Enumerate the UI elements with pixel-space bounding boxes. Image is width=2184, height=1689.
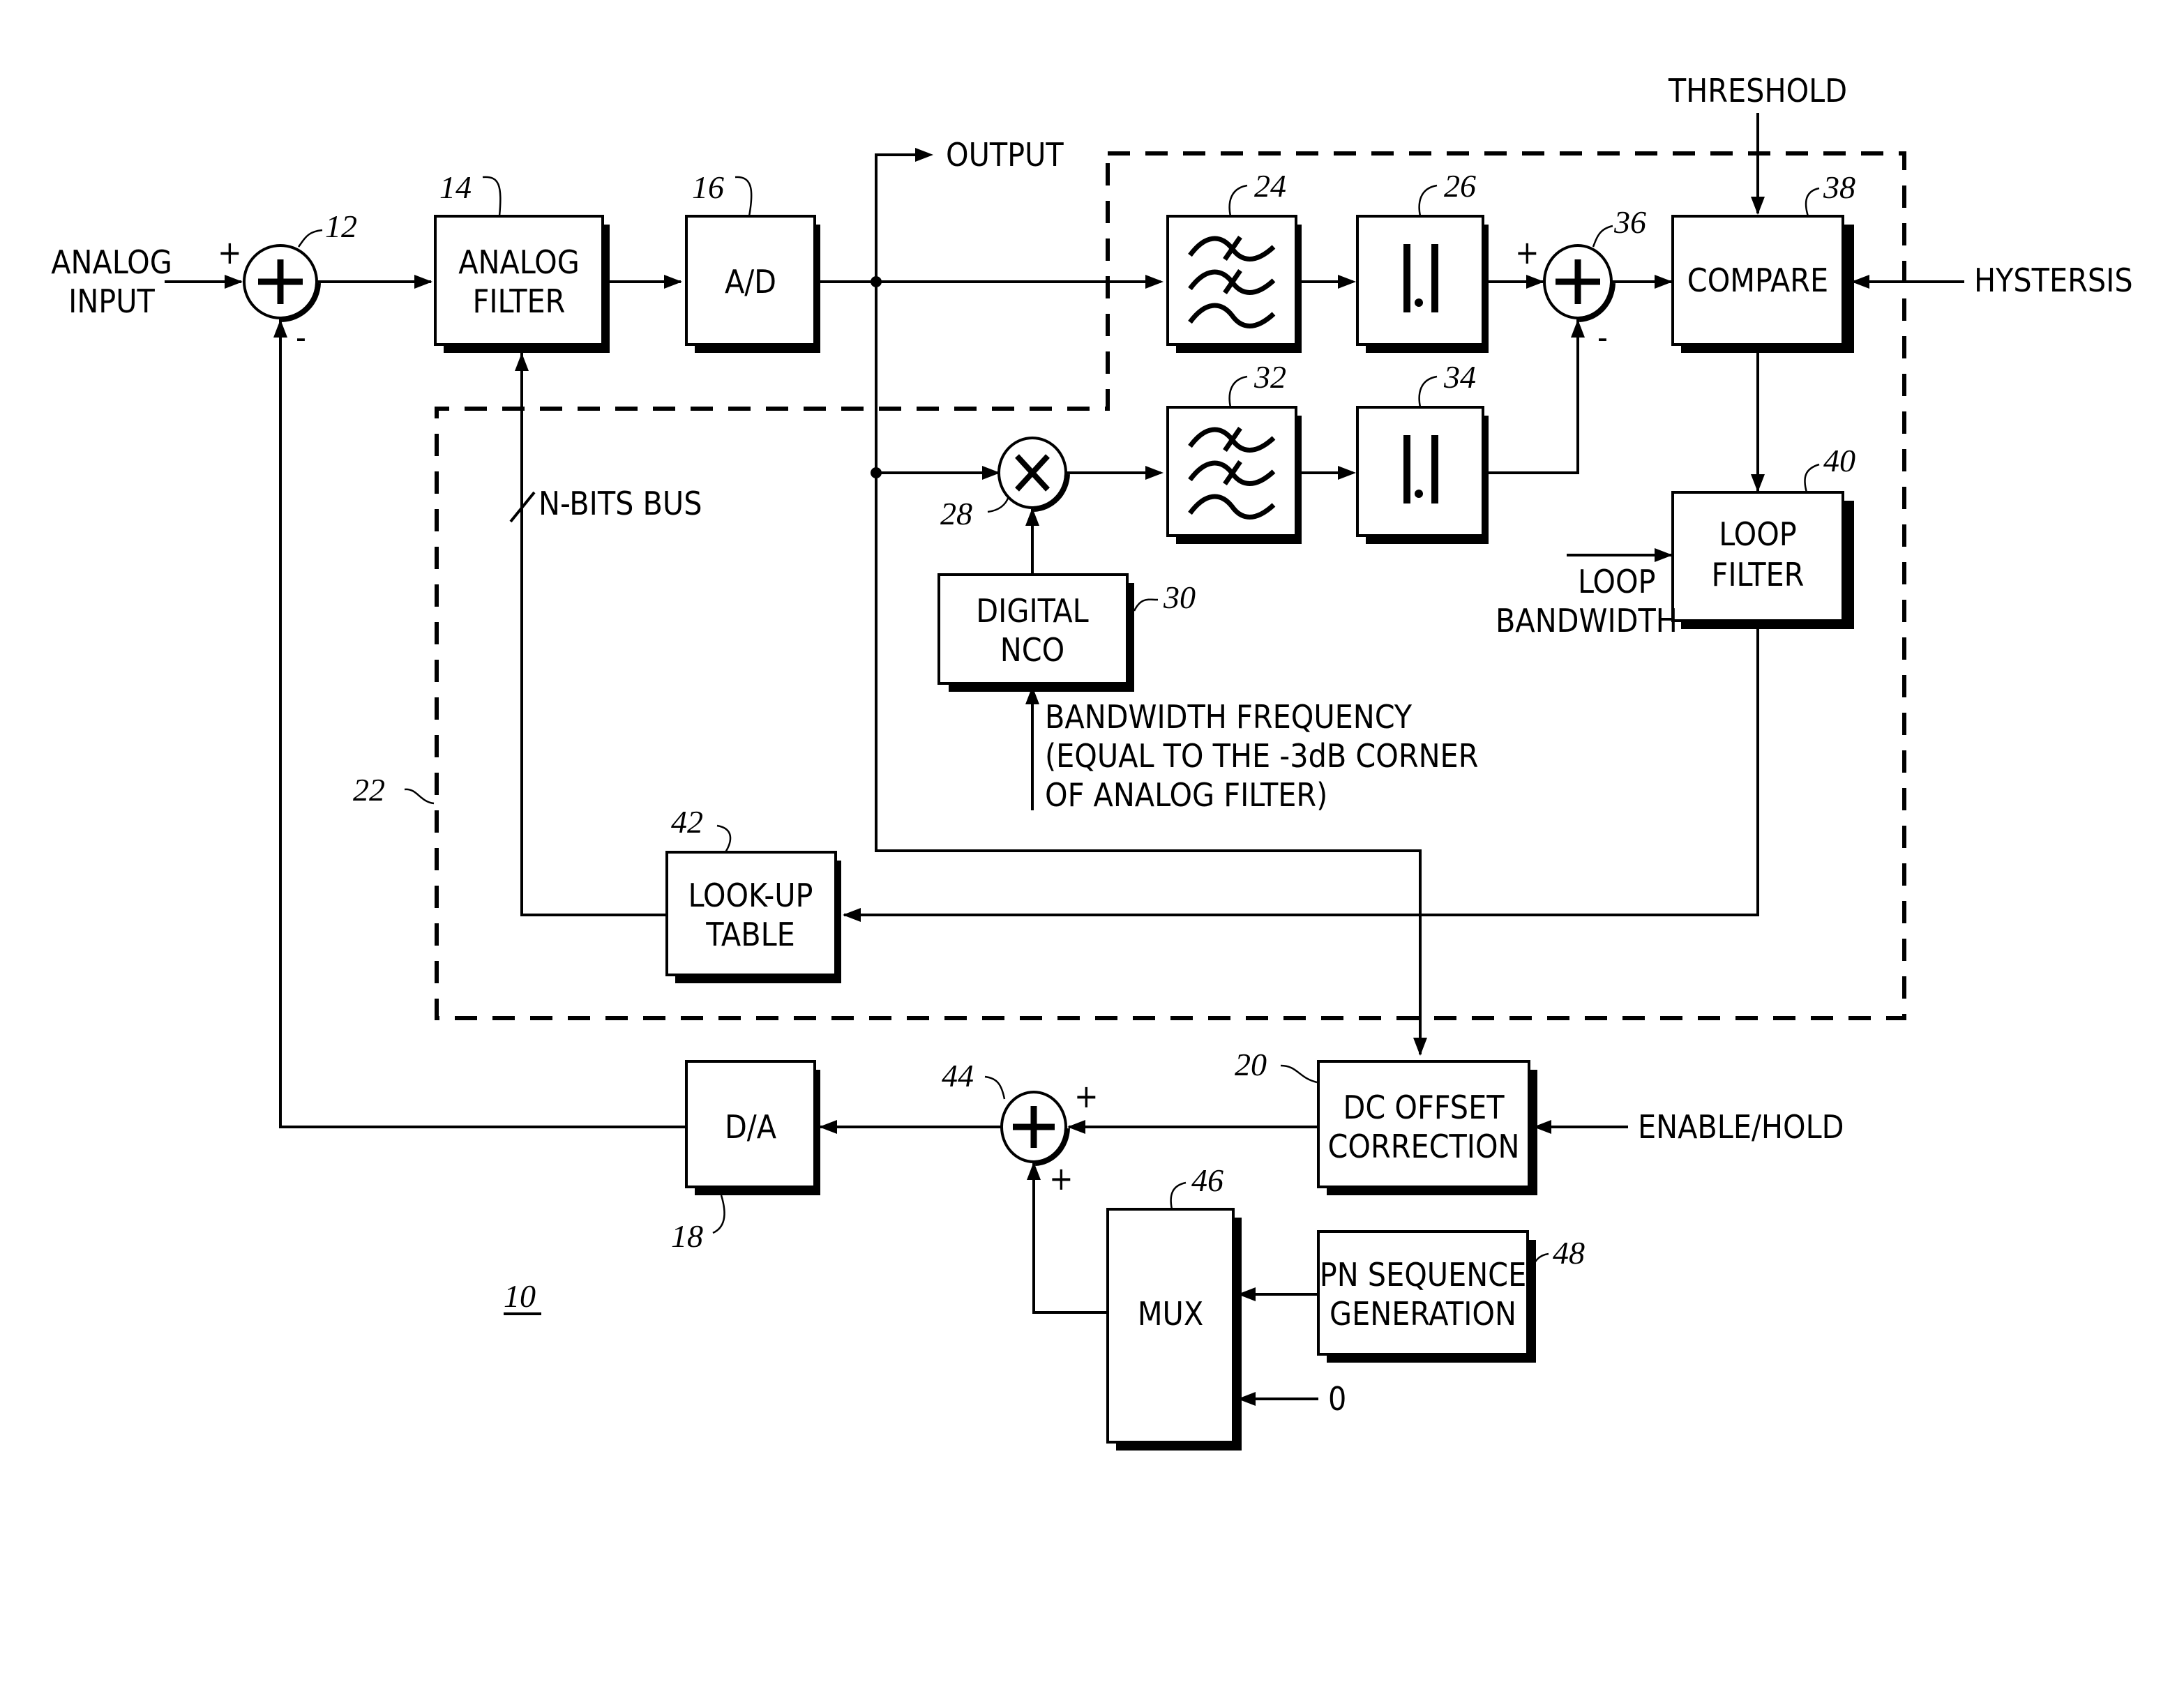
threshold-label: THRESHOLD [1668, 72, 1847, 109]
block-label: CORRECTION [1327, 1128, 1519, 1165]
note-line: BANDWIDTH FREQUENCY [1045, 698, 1413, 736]
ref-28: 28 [940, 496, 972, 531]
hystersis-label: HYSTERSIS [1974, 262, 2133, 299]
plus-sign: + [1074, 1077, 1099, 1115]
plus-sign: + [1515, 234, 1539, 271]
ref-30: 30 [1163, 580, 1196, 615]
digital-nco-block: DIGITAL NCO 30 [937, 573, 1196, 692]
minus-sign: - [296, 319, 306, 356]
figure-number: 10 [504, 1278, 536, 1314]
block-label: PN SEQUENCE [1320, 1256, 1526, 1294]
pn-sequence-generator-block: PN SEQUENCE GENERATION 48 [1317, 1230, 1585, 1363]
bandpass-filter-block-24: 24 [1166, 168, 1302, 353]
ref-18: 18 [671, 1218, 703, 1254]
block-label: D/A [725, 1108, 776, 1146]
ref-48: 48 [1553, 1235, 1585, 1271]
ref-20: 20 [1235, 1047, 1267, 1082]
plus-sign: + [218, 234, 242, 271]
block-label: A/D [725, 263, 776, 301]
minus-sign: - [1597, 319, 1608, 356]
calibration-region-ref: 22 [353, 772, 385, 808]
ref-40: 40 [1823, 443, 1855, 478]
block-label: NCO [1000, 631, 1064, 669]
block-label: DIGITAL [976, 592, 1088, 630]
analog-filter-block: ANALOG FILTER 14 [434, 169, 610, 353]
absolute-value-block-34: 34 [1356, 359, 1489, 544]
zero-input-label: 0 [1328, 1380, 1346, 1418]
block-label: DC OFFSET [1343, 1089, 1505, 1126]
ref-26: 26 [1444, 168, 1476, 204]
plus-sign: + [1049, 1160, 1074, 1197]
ref-16: 16 [692, 169, 724, 205]
note-line: (EQUAL TO THE -3dB CORNER [1045, 737, 1478, 775]
analog-input-label: ANALOG [51, 243, 172, 281]
block-diagram: 22 + - 12 ANALOG FILTER 14 A/D 16 OUTPUT… [51, 72, 2133, 1451]
da-converter-block: D/A 18 [671, 1060, 820, 1254]
enable-hold-label: ENABLE/HOLD [1638, 1108, 1844, 1146]
bandwidth-frequency-note: BANDWIDTH FREQUENCY (EQUAL TO THE -3dB C… [1045, 698, 1478, 814]
ref-24: 24 [1254, 168, 1286, 204]
ref-46: 46 [1191, 1162, 1223, 1198]
block-label: GENERATION [1330, 1295, 1516, 1333]
analog-input-label: INPUT [68, 282, 155, 320]
junction-dot [871, 467, 882, 478]
calibration-region-leader [404, 788, 435, 805]
dc-offset-correction-block: DC OFFSET CORRECTION 20 [1235, 1047, 1537, 1195]
absolute-value-block-26: 26 [1356, 168, 1489, 353]
lookup-table-block: LOOK-UP TABLE 42 [665, 804, 841, 983]
loop-filter-block: LOOP FILTER 40 [1671, 443, 1855, 629]
note-line: OF ANALOG FILTER) [1045, 776, 1327, 814]
block-label: LOOP [1719, 515, 1797, 553]
mixer-28: 28 [940, 437, 1070, 531]
block-label: FILTER [473, 282, 566, 320]
block-label: LOOK-UP [688, 877, 813, 914]
output-label: OUTPUT [946, 136, 1064, 174]
n-bits-bus-label: N-BITS BUS [539, 485, 702, 522]
mux-block: MUX 46 [1106, 1162, 1242, 1451]
junction-dot [871, 276, 882, 287]
ref-14: 14 [439, 169, 472, 205]
block-label: TABLE [705, 916, 795, 953]
block-label: COMPARE [1687, 262, 1828, 299]
ref-38: 38 [1823, 169, 1855, 205]
ref-44: 44 [942, 1058, 974, 1093]
ref-32: 32 [1253, 359, 1286, 395]
block-label: ANALOG [458, 243, 580, 281]
block-label: FILTER [1712, 556, 1805, 593]
block-label: MUX [1138, 1295, 1203, 1333]
ref-42: 42 [671, 804, 703, 840]
ref-12: 12 [325, 209, 357, 244]
ref-36: 36 [1613, 204, 1646, 240]
loop-bandwidth-label: BANDWIDTH [1496, 602, 1678, 639]
loop-bandwidth-label: LOOP [1578, 563, 1656, 600]
bandpass-filter-block-32: 32 [1166, 359, 1302, 544]
ad-converter-block: A/D 16 [685, 169, 820, 353]
ref-34: 34 [1443, 359, 1476, 395]
